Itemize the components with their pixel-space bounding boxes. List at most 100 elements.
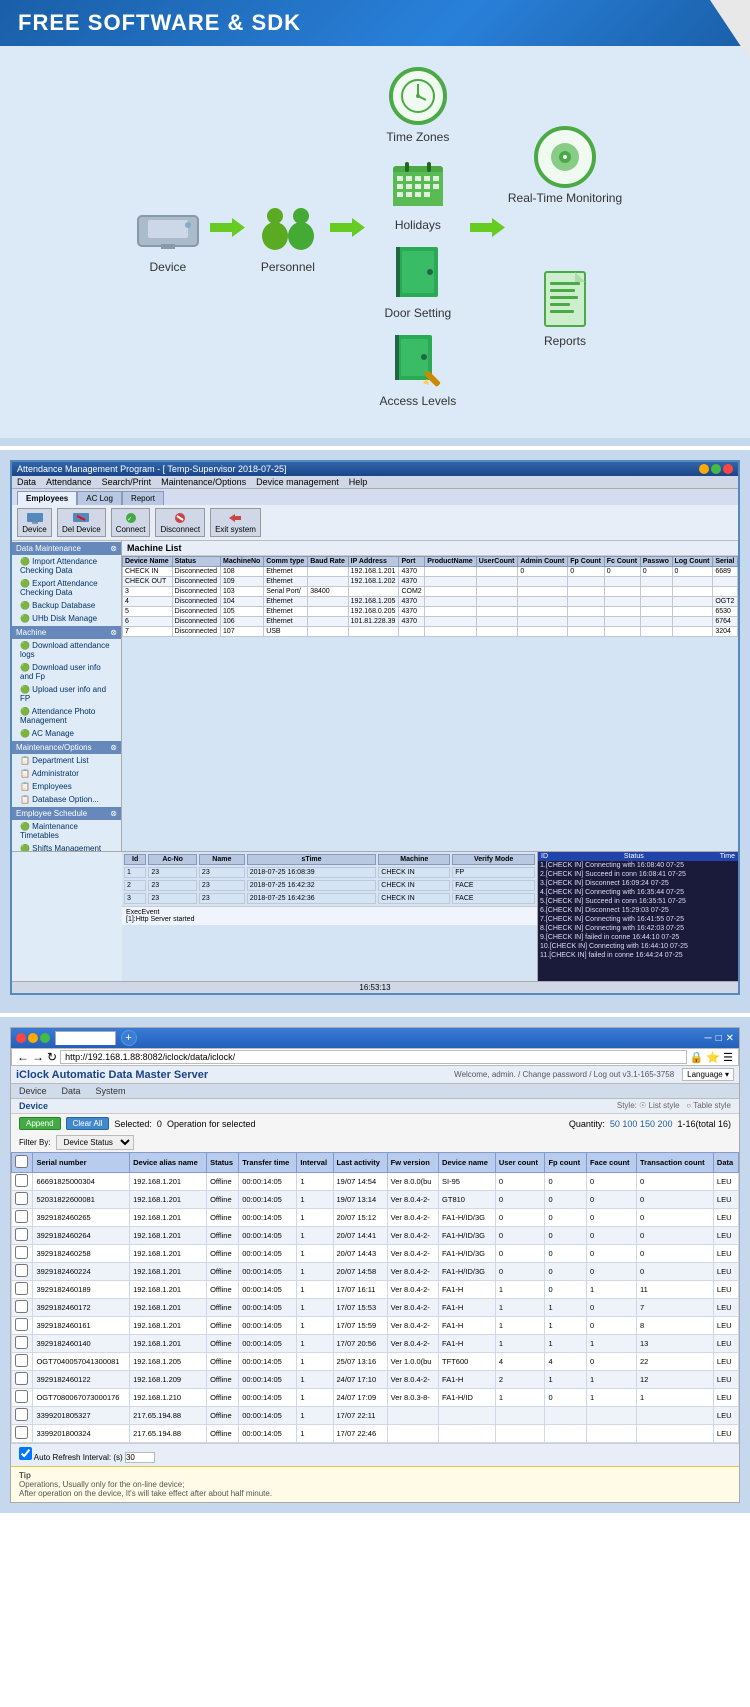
holidays-item: Holidays bbox=[368, 154, 468, 232]
menu-device-mgmt[interactable]: Device management bbox=[256, 477, 339, 487]
row-checkbox[interactable] bbox=[15, 1354, 28, 1367]
browser-minimize[interactable] bbox=[28, 1033, 38, 1043]
list-item: 3399201805327217.65.194.88Offline00:00:1… bbox=[12, 1407, 739, 1425]
browser-btn-close[interactable]: ✕ bbox=[726, 1033, 734, 1044]
col-verify: Verify Mode bbox=[452, 854, 535, 865]
list-item: 3929182460122192.168.1.209Offline00:00:1… bbox=[12, 1371, 739, 1389]
realtime-icon bbox=[532, 127, 597, 187]
browser-btn-min[interactable]: ─ bbox=[704, 1033, 711, 1044]
row-checkbox[interactable] bbox=[15, 1426, 28, 1439]
btn-disconnect[interactable]: Disconnect bbox=[155, 508, 205, 537]
row-checkbox[interactable] bbox=[15, 1390, 28, 1403]
amp-main: Machine List Device Name Status MachineN… bbox=[122, 541, 738, 851]
btn-exit[interactable]: Exit system bbox=[210, 508, 261, 537]
btn-device[interactable]: Device bbox=[17, 508, 52, 537]
select-all-checkbox[interactable] bbox=[15, 1155, 28, 1168]
filter-select[interactable]: Device Status bbox=[56, 1135, 134, 1150]
sidebar-item-photo[interactable]: 🟢 Attendance Photo Management bbox=[12, 705, 121, 727]
sidebar-item-upload-user[interactable]: 🟢 Upload user info and FP bbox=[12, 683, 121, 705]
table-row: 323232018-07-25 16:42:36CHECK INFACE bbox=[124, 893, 535, 904]
sidebar-item-employees[interactable]: 📋 Employees bbox=[12, 780, 121, 793]
row-checkbox[interactable] bbox=[15, 1372, 28, 1385]
sidebar-item-shifts[interactable]: 🟢 Shifts Management bbox=[12, 842, 121, 851]
tab-aclog[interactable]: AC Log bbox=[77, 491, 122, 505]
row-checkbox[interactable] bbox=[15, 1210, 28, 1223]
iclock-device-header: Device Style: ☉ List style ○ Table style bbox=[11, 1099, 739, 1114]
sidebar-item-timetables[interactable]: 🟢 Maintenance Timetables bbox=[12, 820, 121, 842]
diagram-section: Device Personnel bbox=[0, 46, 750, 438]
sidebar-section-schedule[interactable]: Employee Schedule⊗ bbox=[12, 807, 121, 820]
nav-forward[interactable]: → bbox=[32, 1050, 44, 1064]
sidebar-section-data[interactable]: Data Maintenance⊗ bbox=[12, 542, 121, 555]
row-checkbox[interactable] bbox=[15, 1192, 28, 1205]
sidebar-item-dept[interactable]: 📋 Department List bbox=[12, 754, 121, 767]
log-entry: 5.[CHECK IN] Succeed in conn 16:35:51 07… bbox=[538, 897, 738, 906]
tip-title: Tip bbox=[19, 1471, 731, 1480]
sidebar-item-backup[interactable]: 🟢 Backup Database bbox=[12, 599, 121, 612]
auto-refresh-label: Auto Refresh Interval: (s) bbox=[34, 1453, 123, 1462]
amp-sidebar: Data Maintenance⊗ 🟢 Import Attendance Ch… bbox=[12, 541, 122, 851]
col-face-count: Face count bbox=[586, 1153, 636, 1173]
menu-data[interactable]: Data bbox=[17, 477, 36, 487]
row-checkbox[interactable] bbox=[15, 1318, 28, 1331]
btn-connect[interactable]: ✓ Connect bbox=[111, 508, 151, 537]
new-tab-btn[interactable]: + bbox=[121, 1030, 137, 1046]
amp-minimize[interactable] bbox=[699, 464, 709, 474]
right-column: Real-Time Monitoring bbox=[508, 127, 622, 348]
menu-help[interactable]: Help bbox=[349, 477, 368, 487]
holidays-icon bbox=[385, 154, 450, 214]
sidebar-item-uhb[interactable]: 🟢 UHb Disk Manage bbox=[12, 612, 121, 625]
row-checkbox[interactable] bbox=[15, 1282, 28, 1295]
table-row: 123232018-07-25 16:08:39CHECK INFP bbox=[124, 867, 535, 878]
log-entry: 6.[CHECK IN] Disconnect 15:29:03 07-25 bbox=[538, 906, 738, 915]
menu-maintenance[interactable]: Maintenance/Options bbox=[161, 477, 246, 487]
sidebar-item-ac[interactable]: 🟢 AC Manage bbox=[12, 727, 121, 740]
sidebar-item-admin[interactable]: 📋 Administrator bbox=[12, 767, 121, 780]
browser-close[interactable] bbox=[16, 1033, 26, 1043]
sidebar-item-db[interactable]: 📋 Database Option... bbox=[12, 793, 121, 806]
address-input[interactable] bbox=[60, 1050, 687, 1064]
row-checkbox[interactable] bbox=[15, 1264, 28, 1277]
tab-employees[interactable]: Employees bbox=[17, 491, 77, 505]
row-checkbox[interactable] bbox=[15, 1336, 28, 1349]
iclock-window: Device ✕ + ─ □ ✕ ← → ↻ 🔒 ⭐ ☰ iClock Auto… bbox=[10, 1027, 740, 1503]
door-setting-label: Door Setting bbox=[385, 306, 452, 320]
nav-back[interactable]: ← bbox=[17, 1050, 29, 1064]
row-checkbox[interactable] bbox=[15, 1246, 28, 1259]
sidebar-section-machine[interactable]: Machine⊗ bbox=[12, 626, 121, 639]
menu-search[interactable]: Search/Print bbox=[102, 477, 152, 487]
nav-data[interactable]: Data bbox=[62, 1086, 81, 1096]
btn-del-device[interactable]: Del Device bbox=[57, 508, 106, 537]
sidebar-section-maintenance[interactable]: Maintenance/Options⊗ bbox=[12, 741, 121, 754]
nav-refresh[interactable]: ↻ bbox=[47, 1050, 57, 1064]
tab-report[interactable]: Report bbox=[122, 491, 164, 505]
refresh-interval-input[interactable] bbox=[125, 1452, 155, 1463]
sidebar-item-download-user[interactable]: 🟢 Download user info and Fp bbox=[12, 661, 121, 683]
log-entry: 8.[CHECK IN] Connecting with 16:42:03 07… bbox=[538, 924, 738, 933]
nav-system[interactable]: System bbox=[96, 1086, 126, 1096]
language-dropdown[interactable]: Language ▾ bbox=[682, 1068, 734, 1081]
http-server-label: [1]:Http Server started bbox=[126, 916, 533, 923]
row-checkbox[interactable] bbox=[15, 1174, 28, 1187]
list-item: 3929182460161192.168.1.201Offline00:00:1… bbox=[12, 1317, 739, 1335]
browser-tab-close[interactable]: ✕ bbox=[99, 1033, 107, 1043]
amp-close[interactable] bbox=[723, 464, 733, 474]
browser-tab[interactable]: Device ✕ bbox=[55, 1031, 116, 1045]
btn-append[interactable]: Append bbox=[19, 1117, 61, 1130]
sidebar-item-export[interactable]: 🟢 Export Attendance Checking Data bbox=[12, 577, 121, 599]
menu-attendance[interactable]: Attendance bbox=[46, 477, 92, 487]
browser-maximize[interactable] bbox=[40, 1033, 50, 1043]
nav-device[interactable]: Device bbox=[19, 1086, 47, 1096]
sidebar-item-download-logs[interactable]: 🟢 Download attendance logs bbox=[12, 639, 121, 661]
row-checkbox[interactable] bbox=[15, 1408, 28, 1421]
col-device-name: Device name bbox=[439, 1153, 496, 1173]
row-checkbox[interactable] bbox=[15, 1300, 28, 1313]
btn-clear-all[interactable]: Clear All bbox=[66, 1117, 110, 1130]
amp-maximize[interactable] bbox=[711, 464, 721, 474]
header-title: FREE SOFTWARE & SDK bbox=[18, 10, 301, 36]
row-checkbox[interactable] bbox=[15, 1228, 28, 1241]
auto-refresh-checkbox[interactable] bbox=[19, 1447, 32, 1460]
browser-btn-max[interactable]: □ bbox=[716, 1033, 722, 1044]
list-item: 3929182460224192.168.1.201Offline00:00:1… bbox=[12, 1263, 739, 1281]
sidebar-item-import[interactable]: 🟢 Import Attendance Checking Data bbox=[12, 555, 121, 577]
